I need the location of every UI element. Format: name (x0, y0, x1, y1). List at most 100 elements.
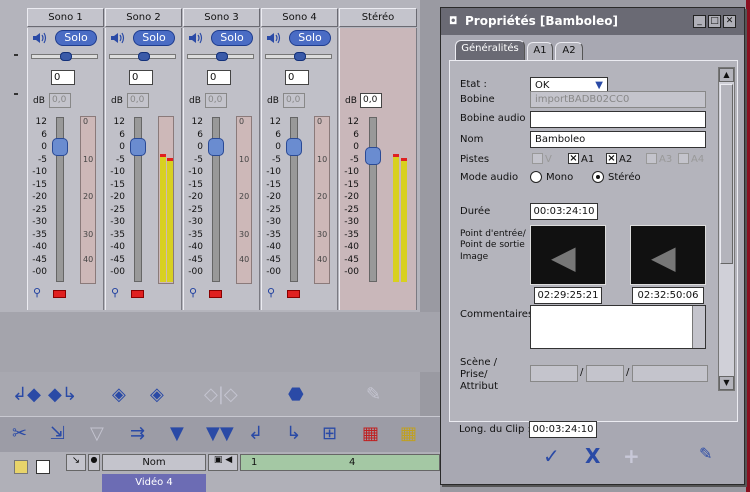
channel-header: Sono 2 (105, 8, 182, 27)
prise-field[interactable] (586, 365, 624, 382)
pan-knob[interactable] (293, 52, 306, 61)
match-frame-icon[interactable]: ⬣ (288, 384, 304, 405)
fader-collapse-handle[interactable] (14, 93, 18, 95)
db-field[interactable]: 0,0 (283, 93, 305, 108)
piste-checkbox-a2[interactable]: × (606, 153, 617, 164)
nom-field[interactable]: Bamboleo (530, 131, 706, 148)
stereo-fader-knob[interactable] (365, 147, 381, 165)
mono-radio[interactable] (530, 171, 542, 183)
razor-icon[interactable]: ✂ (12, 423, 27, 444)
lock-icon[interactable]: ⚲ (33, 286, 41, 299)
properties-dialog: ◘ Propriétés [Bamboleo] _ □ ✕ Généralité… (440, 7, 745, 485)
pan-knob[interactable] (137, 52, 150, 61)
insert-icon[interactable]: ⇉ (130, 423, 145, 444)
speaker-icon[interactable] (187, 31, 203, 45)
scroll-down-icon[interactable]: ▼ (719, 376, 734, 390)
speaker-icon[interactable] (31, 31, 47, 45)
maximize-icon[interactable]: □ (708, 15, 721, 28)
scale-label: 0 (197, 142, 203, 152)
ok-check-icon[interactable]: ✓ (543, 444, 560, 468)
trim-right-icon[interactable]: ↳ (286, 423, 301, 444)
cancel-x-icon[interactable]: X (585, 444, 600, 468)
db-field[interactable]: 0,0 (49, 93, 71, 108)
render-icon[interactable]: ▦ (400, 423, 417, 444)
pane-scrollbar[interactable]: ▲ ▼ (718, 67, 735, 391)
close-icon[interactable]: ✕ (723, 15, 736, 28)
mail-icon[interactable] (36, 460, 50, 474)
piste-checkbox-v (532, 153, 543, 164)
tab-a1[interactable]: A1 (527, 42, 553, 60)
solo-button[interactable]: Solo (133, 30, 175, 46)
pan-knob[interactable] (215, 52, 228, 61)
column-nom[interactable]: Nom (102, 454, 206, 471)
track-video-4[interactable]: Vidéo 4 (102, 474, 206, 492)
stereo-fader-track[interactable] (369, 117, 377, 282)
scene-field[interactable] (530, 365, 578, 382)
pan-collapse-handle[interactable] (14, 54, 18, 56)
pan-knob[interactable] (59, 52, 72, 61)
scale-label: -25 (188, 204, 203, 215)
fader-knob[interactable] (130, 138, 146, 156)
solo-button[interactable]: Solo (211, 30, 253, 46)
tab-generalites[interactable]: Généralités (455, 40, 525, 60)
scene-label-1: Scène / (460, 357, 498, 368)
arrow-icon[interactable]: ↘ (66, 454, 86, 471)
stereo-radio[interactable] (592, 171, 604, 183)
pan-value[interactable]: 0 (285, 70, 309, 85)
commentaires-field[interactable] (530, 305, 706, 349)
go-in-icon[interactable]: ◈ (112, 384, 126, 405)
out-point-thumbnail[interactable]: ◀ (630, 225, 706, 285)
db-field[interactable]: 0,0 (205, 93, 227, 108)
solo-button[interactable]: Solo (55, 30, 97, 46)
piste-checkbox-a1[interactable]: × (568, 153, 579, 164)
lock-icon[interactable]: ⚲ (111, 286, 119, 299)
lock-icon[interactable]: ⚲ (267, 286, 275, 299)
record-button[interactable] (287, 290, 300, 298)
dialog-title: Propriétés [Bamboleo] (465, 14, 618, 28)
tab-a2[interactable]: A2 (555, 42, 583, 60)
long-clip-field[interactable]: 00:03:24:10 (529, 421, 597, 438)
add-edit-icon[interactable]: ▦ (362, 423, 379, 444)
pan-value[interactable]: 0 (207, 70, 231, 85)
wrench-icon[interactable]: ✎ (699, 444, 712, 463)
scale-label: -15 (32, 179, 47, 190)
fit-timeline-icon[interactable]: ⊞ (322, 423, 337, 444)
speaker-icon[interactable] (109, 31, 125, 45)
record-button[interactable] (53, 290, 66, 298)
solo-button[interactable]: Solo (289, 30, 331, 46)
fader-knob[interactable] (208, 138, 224, 156)
etat-value: OK (535, 80, 550, 91)
fader-knob[interactable] (52, 138, 68, 156)
speaker-icon[interactable] (265, 31, 281, 45)
pan-value[interactable]: 0 (51, 70, 75, 85)
go-out-icon[interactable]: ◈ (150, 384, 164, 405)
attribut-field[interactable] (632, 365, 708, 382)
mark-out-icon[interactable]: ◆↳ (48, 384, 77, 405)
splice-icon[interactable]: ▼▼ (206, 423, 234, 444)
meter-bar-left (160, 154, 166, 282)
record-button[interactable] (209, 290, 222, 298)
trim-left-icon[interactable]: ↲ (248, 423, 263, 444)
lift-icon[interactable]: ⇲ (50, 423, 65, 444)
in-time-field[interactable]: 02:29:25:21 (534, 287, 602, 304)
in-point-thumbnail[interactable]: ◀ (530, 225, 606, 285)
comment-scrollbar[interactable] (692, 306, 705, 348)
meter-scale-label: 20 (239, 192, 250, 201)
grid-view-icon[interactable] (14, 460, 28, 474)
window-menu-icon[interactable]: ◘ (449, 8, 457, 35)
duree-field[interactable]: 00:03:24:10 (530, 203, 598, 220)
minimize-icon[interactable]: _ (693, 15, 706, 28)
scroll-up-icon[interactable]: ▲ (719, 68, 734, 82)
record-button[interactable] (131, 290, 144, 298)
timeline-ruler[interactable]: 1 4 (240, 454, 440, 471)
db-field[interactable]: 0,0 (127, 93, 149, 108)
lock-icon[interactable]: ⚲ (189, 286, 197, 299)
pan-value[interactable]: 0 (129, 70, 153, 85)
scroll-thumb[interactable] (720, 84, 733, 264)
stereo-db-field[interactable]: 0,0 (360, 93, 382, 108)
out-time-field[interactable]: 02:32:50:06 (632, 287, 704, 304)
overwrite-icon[interactable]: ▼ (170, 423, 184, 444)
mark-in-icon[interactable]: ↲◆ (12, 384, 41, 405)
bobine-audio-field[interactable] (530, 111, 706, 128)
fader-knob[interactable] (286, 138, 302, 156)
